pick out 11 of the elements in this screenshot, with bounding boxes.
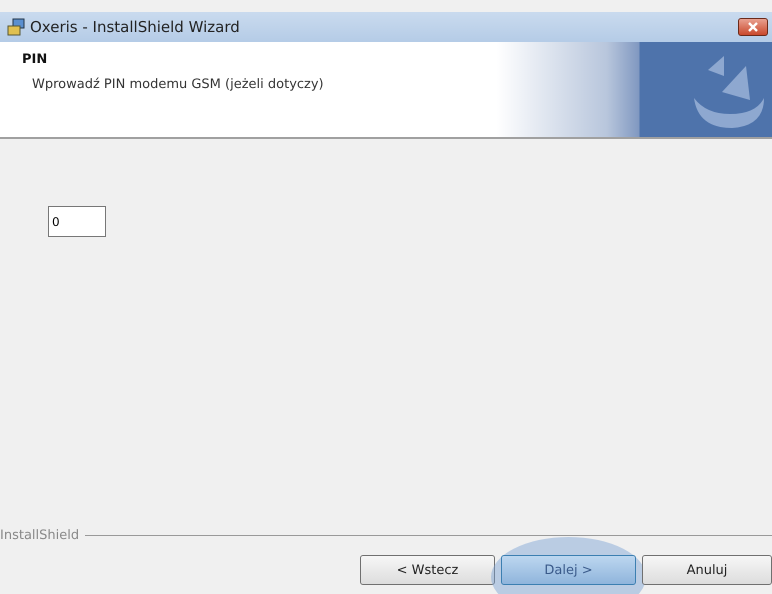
installshield-label: InstallShield <box>0 528 80 543</box>
installer-icon <box>6 17 26 37</box>
wizard-button[interactable]: Dalej > <box>501 555 636 585</box>
close-icon <box>747 22 759 32</box>
wizard-button[interactable]: Anuluj <box>642 555 772 585</box>
window-title: Oxeris - InstallShield Wizard <box>30 18 240 36</box>
page-subtitle: Wprowadź PIN modemu GSM (jeżeli dotyczy) <box>31 77 325 92</box>
page-title: PIN <box>22 52 48 67</box>
pin-field[interactable]: 0 <box>48 206 106 237</box>
close-button[interactable] <box>738 18 768 36</box>
wizard-button[interactable]: < Wstecz <box>360 555 495 585</box>
